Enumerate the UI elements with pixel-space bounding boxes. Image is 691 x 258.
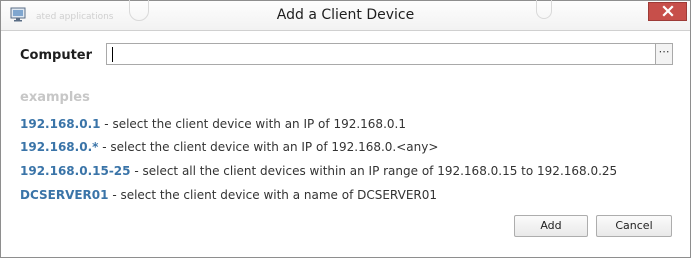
example-pattern: 192.168.0.* xyxy=(20,140,99,154)
example-description: - select the client device with an IP of… xyxy=(100,117,406,131)
example-description: - select the client device with an IP of… xyxy=(98,140,439,154)
example-item: DCSERVER01 - select the client device wi… xyxy=(20,188,437,202)
example-description: - select all the client devices within a… xyxy=(130,164,618,178)
dialog-content: Computer ⋯ examples 192.168.0.1 - select… xyxy=(9,31,682,248)
example-description: - select the client device with a name o… xyxy=(108,188,438,202)
dialog-title: Add a Client Device xyxy=(276,7,415,23)
add-button[interactable]: Add xyxy=(514,215,588,237)
example-pattern: 192.168.0.15-25 xyxy=(20,164,131,178)
text-cursor xyxy=(112,47,113,62)
add-client-device-dialog: ated applications Add a Client Device Co… xyxy=(0,0,691,258)
computer-input[interactable] xyxy=(106,43,656,65)
title-bar[interactable]: ated applications Add a Client Device xyxy=(1,0,690,31)
examples-heading: examples xyxy=(20,90,90,105)
browse-button[interactable]: ⋯ xyxy=(655,43,673,65)
example-item: 192.168.0.* - select the client device w… xyxy=(20,140,438,154)
example-item: 192.168.0.15-25 - select all the client … xyxy=(20,164,617,178)
example-item: 192.168.0.1 - select the client device w… xyxy=(20,117,406,131)
cancel-button[interactable]: Cancel xyxy=(596,215,672,237)
computer-label: Computer xyxy=(20,48,93,63)
example-pattern: 192.168.0.1 xyxy=(20,117,101,131)
example-pattern: DCSERVER01 xyxy=(20,188,109,202)
close-icon xyxy=(661,2,674,21)
close-button[interactable] xyxy=(648,2,687,21)
